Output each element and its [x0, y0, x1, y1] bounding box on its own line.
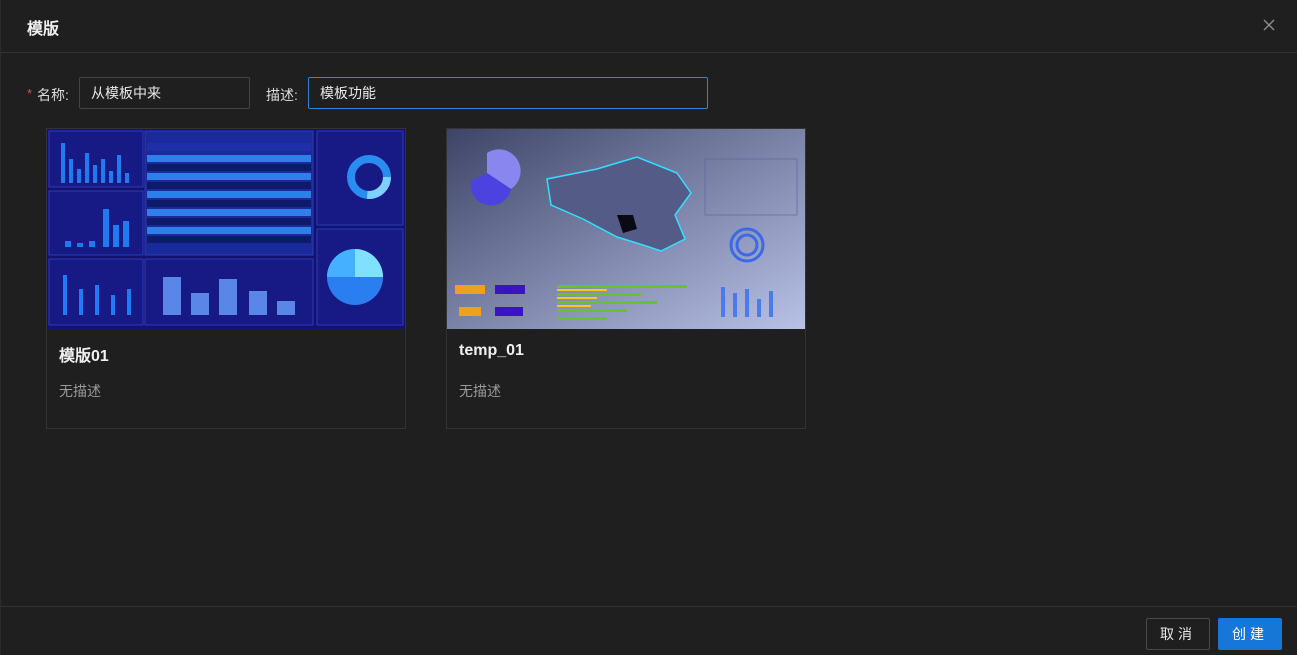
- name-input[interactable]: [79, 77, 250, 109]
- template-thumbnail: [47, 129, 405, 329]
- close-icon[interactable]: [1261, 17, 1277, 33]
- template-description: 无描述: [459, 383, 501, 399]
- template-title: temp_01: [459, 342, 524, 359]
- description-input[interactable]: [308, 77, 708, 109]
- create-button[interactable]: 创建: [1218, 618, 1282, 650]
- dialog-header: 模版: [1, 0, 1297, 53]
- template-card[interactable]: 模版01 无描述: [46, 128, 406, 429]
- description-label: 描述:: [266, 87, 298, 103]
- template-card[interactable]: temp_01 无描述: [446, 128, 806, 429]
- template-title: 模版01: [59, 348, 109, 365]
- form-row: * 名称: 描述:: [1, 77, 1297, 109]
- required-mark: *: [27, 86, 33, 101]
- template-dialog: 模版 * 名称: 描述:: [0, 0, 1297, 655]
- template-description: 无描述: [59, 383, 101, 399]
- dialog-title: 模版: [27, 21, 60, 38]
- dialog-footer: 取消 创建: [1, 606, 1297, 655]
- name-label: 名称:: [37, 87, 69, 103]
- template-thumbnail: [447, 129, 805, 329]
- cancel-button[interactable]: 取消: [1146, 618, 1210, 650]
